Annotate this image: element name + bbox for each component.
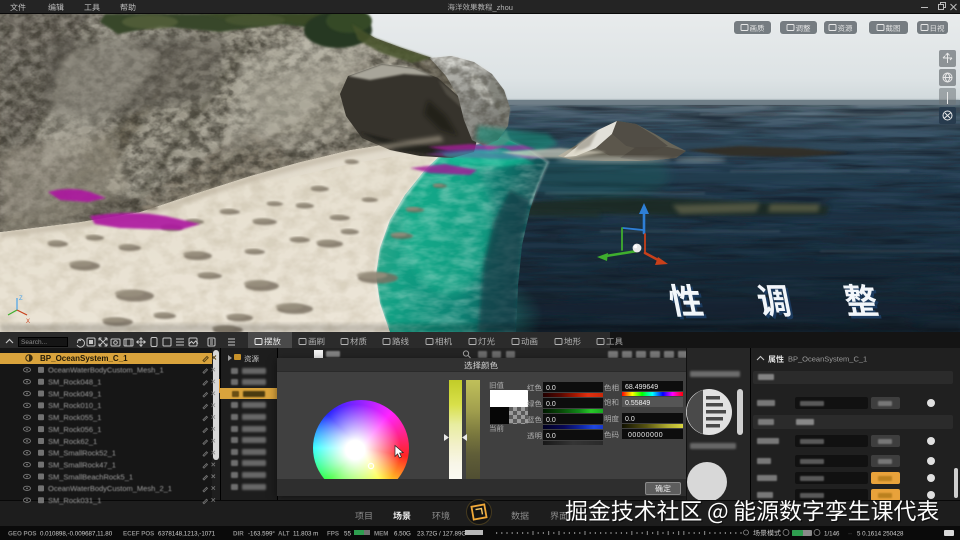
svg-text:X: X (26, 319, 30, 325)
svg-text:Z: Z (19, 296, 23, 302)
